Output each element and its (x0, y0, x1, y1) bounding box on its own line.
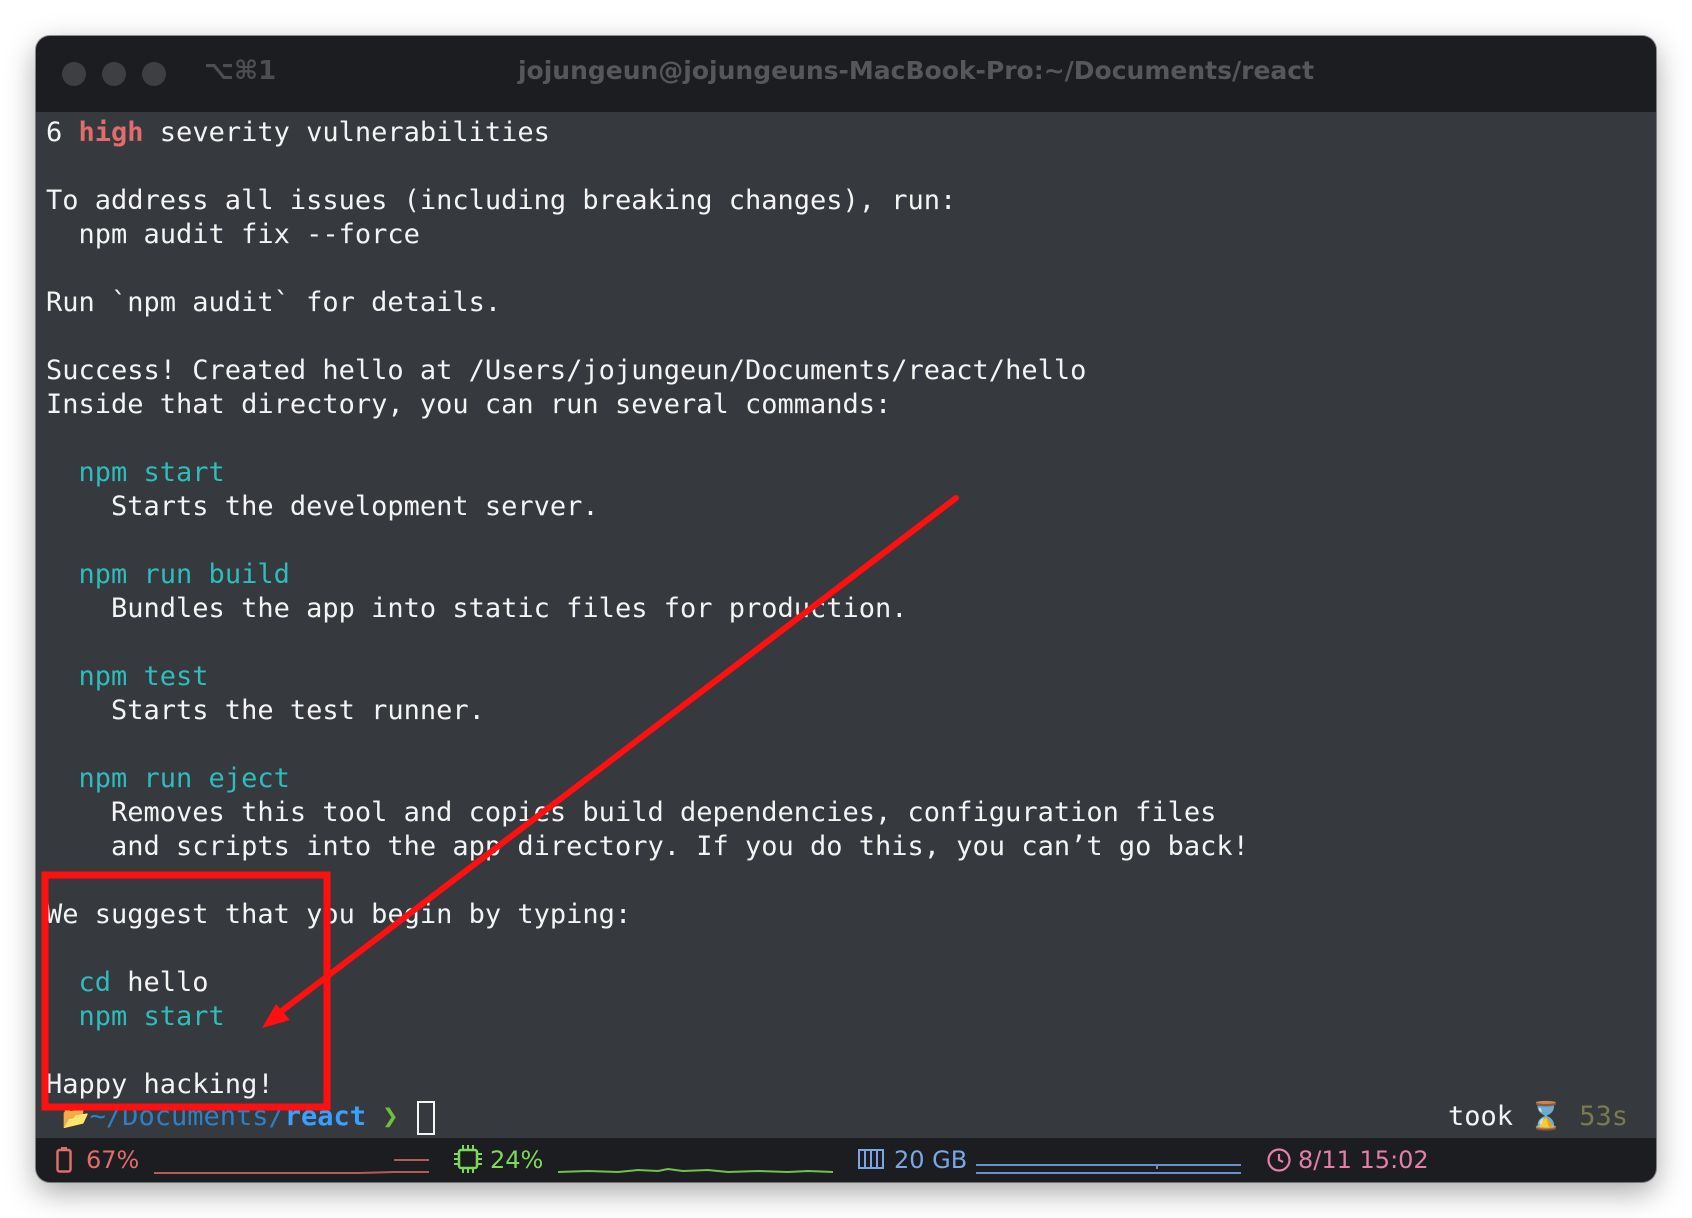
cpu-icon (454, 1145, 482, 1173)
command-line: npm start (46, 456, 1656, 490)
prompt-directory: react (284, 1101, 367, 1132)
command-line: npm start (46, 1000, 1656, 1034)
output-line: Starts the development server. (46, 491, 599, 522)
cpu-percent: 24% (490, 1146, 544, 1174)
output-line: and scripts into the app directory. If y… (46, 831, 1249, 862)
terminal-window: ⌥⌘1 jojungeun@jojungeuns-MacBook-Pro:~/D… (36, 36, 1656, 1182)
command-line: cd hello (78, 967, 209, 998)
command-line: npm run build (46, 558, 1656, 592)
command-duration: took ⌛ 53s (1448, 1101, 1628, 1132)
shell-prompt[interactable]: 📂~/Documents/react ❯ (46, 1100, 1656, 1135)
window-title: jojungeun@jojungeuns-MacBook-Pro:~/Docum… (517, 56, 1315, 85)
output-line: Inside that directory, you can run sever… (46, 389, 892, 420)
memory-usage: 20 GB (894, 1146, 968, 1174)
output-line: Run `npm audit` for details. (46, 287, 502, 318)
output-line: Success! Created hello at /Users/jojunge… (46, 355, 1087, 386)
memory-icon (858, 1149, 884, 1169)
prompt-chevron-icon: ❯ (382, 1101, 399, 1132)
battery-percent: 67% (86, 1146, 140, 1174)
command-cd: cd (78, 967, 112, 998)
text-cursor[interactable] (416, 1100, 435, 1135)
clock-icon (1267, 1148, 1291, 1172)
output-line: Removes this tool and copies build depen… (46, 797, 1217, 828)
command-npm-run-build: npm run build (78, 559, 290, 590)
output-line: We suggest that you begin by typing: (46, 899, 632, 930)
memory-sparkline (976, 1164, 1241, 1174)
command-npm-test: npm test (78, 661, 209, 692)
status-bar: 67% 24% 20 GB 8/11 15:02 (36, 1138, 1656, 1182)
battery-sparkline (154, 1159, 429, 1174)
title-bar: ⌥⌘1 jojungeun@jojungeuns-MacBook-Pro:~/D… (36, 36, 1656, 112)
output-line: Starts the test runner. (46, 695, 485, 726)
battery-icon (56, 1147, 72, 1173)
date-time: 8/11 15:02 (1298, 1146, 1429, 1174)
hourglass-icon: ⌛ (1529, 1101, 1563, 1132)
output-line: 6 high severity vulnerabilities (46, 117, 550, 148)
terminal-output[interactable]: 6 high severity vulnerabilities To addre… (46, 116, 1656, 1102)
command-line: npm test (46, 660, 1656, 694)
output-line: npm audit fix --force (46, 219, 420, 250)
command-npm-start: npm start (78, 457, 225, 488)
output-line: Bundles the app into static files for pr… (46, 593, 908, 624)
folder-icon: 📂 (62, 1106, 90, 1131)
output-line: Happy hacking! (46, 1069, 274, 1100)
command-npm-start-final: npm start (78, 1001, 225, 1032)
command-line: npm run eject (46, 762, 1656, 796)
prompt-path: ~/Documents/ (89, 1101, 285, 1132)
command-npm-run-eject: npm run eject (78, 763, 290, 794)
cpu-sparkline (558, 1167, 833, 1174)
output-line: To address all issues (including breakin… (46, 185, 957, 216)
severity-high: high (78, 117, 144, 148)
